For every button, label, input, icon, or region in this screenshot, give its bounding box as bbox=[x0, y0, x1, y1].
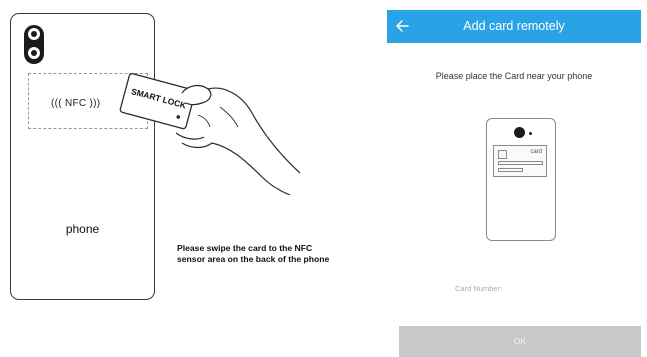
nfc-label: ((( NFC ))) bbox=[51, 98, 101, 109]
phone-with-card-illustration: card bbox=[486, 118, 556, 241]
camera-module-icon bbox=[24, 25, 44, 64]
phone-label: phone bbox=[65, 222, 100, 236]
page-title: Add card remotely bbox=[463, 19, 565, 33]
chip-icon bbox=[498, 150, 507, 159]
app-header: Add card remotely bbox=[387, 10, 641, 43]
instruction-line: sensor area on the back of the phone bbox=[177, 253, 330, 264]
camera-lens-icon bbox=[28, 28, 40, 40]
instruction-text: Please swipe the card to the NFC sensor … bbox=[177, 243, 377, 264]
camera-lens-icon bbox=[28, 47, 40, 59]
card-label: card bbox=[530, 149, 542, 155]
prompt-text: Please place the Card near your phone bbox=[435, 71, 593, 81]
camera-icon bbox=[514, 127, 525, 138]
flash-icon bbox=[529, 132, 532, 135]
card-number-label: Card Number: bbox=[455, 284, 503, 293]
instruction-line: Please swipe the card to the NFC bbox=[177, 243, 313, 253]
hand-holding-card-illustration: SMART LOCK bbox=[119, 73, 301, 195]
ok-button[interactable]: OK bbox=[399, 326, 641, 357]
card-stripe bbox=[498, 161, 543, 165]
card-icon: card bbox=[493, 145, 547, 177]
card-stripe bbox=[498, 168, 523, 172]
